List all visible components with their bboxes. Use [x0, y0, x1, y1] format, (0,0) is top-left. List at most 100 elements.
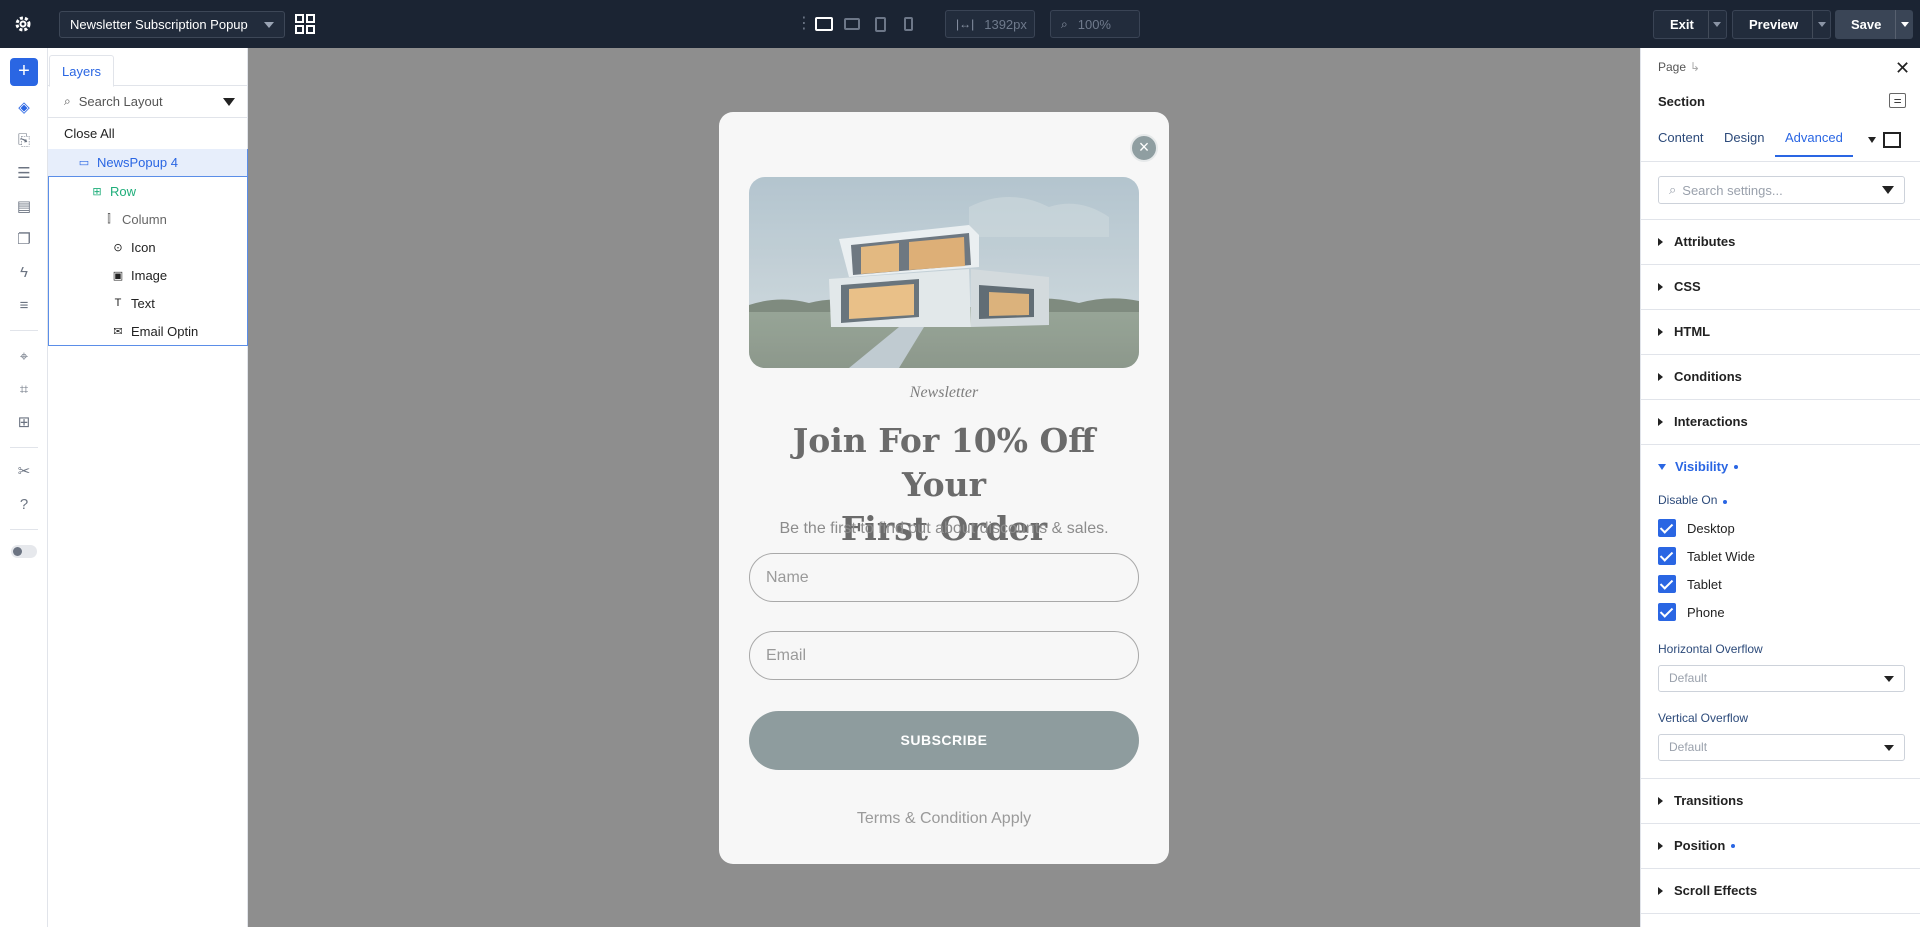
layer-icon[interactable]: ⊙ Icon: [48, 233, 247, 261]
tab-layers[interactable]: Layers: [49, 55, 115, 87]
desktop-view-button[interactable]: [810, 13, 838, 35]
divider: [1641, 444, 1920, 445]
layer-newspopup[interactable]: ▭ NewsPopup 4: [48, 149, 247, 177]
chevron-down-icon: [1884, 745, 1894, 751]
exit-dropdown[interactable]: [1707, 11, 1726, 38]
page-selector[interactable]: Newsletter Subscription Popup: [59, 11, 285, 38]
checkbox-tablet[interactable]: Tablet: [1658, 575, 1722, 593]
divider: [1641, 264, 1920, 265]
builder-canvas[interactable]: × Newsletter Join For 10% Off Your First…: [248, 48, 1640, 927]
add-element-button[interactable]: +: [10, 58, 38, 86]
newsletter-popup[interactable]: × Newsletter Join For 10% Off Your First…: [719, 112, 1169, 864]
layer-row[interactable]: ⊞ Row: [48, 177, 247, 205]
settings-title: Section: [1658, 94, 1705, 109]
layer-label: Row: [110, 183, 137, 199]
caret-right-icon: [1658, 417, 1663, 426]
checkbox-label: Desktop: [1687, 520, 1735, 536]
tab-advanced[interactable]: Advanced: [1775, 130, 1853, 157]
vertical-overflow-select[interactable]: Default: [1658, 734, 1905, 761]
tools-icon[interactable]: ✂: [14, 462, 34, 482]
horizontal-overflow-select[interactable]: Default: [1658, 665, 1905, 692]
row-icon: ⊞: [92, 185, 102, 198]
gear-icon[interactable]: [13, 14, 33, 34]
breadcrumb-page[interactable]: Page: [1658, 60, 1686, 74]
preview-button[interactable]: Preview: [1732, 10, 1832, 39]
section-scroll-effects[interactable]: Scroll Effects: [1658, 883, 1757, 898]
checkbox-checked[interactable]: [1658, 575, 1676, 593]
section-html[interactable]: HTML: [1658, 324, 1710, 339]
section-label: HTML: [1674, 324, 1711, 339]
list-settings-icon[interactable]: ≡: [14, 296, 34, 316]
layer-text[interactable]: T Text: [48, 289, 247, 317]
tablet-wide-view-button[interactable]: [838, 13, 866, 35]
checkbox-checked[interactable]: [1658, 603, 1676, 621]
pages-icon[interactable]: ❐: [14, 230, 34, 250]
checkbox-checked[interactable]: [1658, 547, 1676, 565]
headline-line-1: Join For 10% Off Your: [792, 421, 1096, 504]
theme-toggle[interactable]: [11, 545, 37, 558]
sliders-icon[interactable]: ⚌: [1889, 93, 1906, 108]
zoom-field[interactable]: ⌕ 100%: [1050, 10, 1140, 38]
layers-icon[interactable]: ◈: [14, 98, 34, 118]
text-icon: T: [114, 297, 122, 309]
exit-button[interactable]: Exit: [1653, 10, 1727, 39]
database-icon[interactable]: ☰: [14, 164, 34, 184]
section-css[interactable]: CSS: [1658, 279, 1701, 294]
tab-content[interactable]: Content: [1658, 130, 1704, 145]
help-icon[interactable]: ?: [14, 495, 34, 515]
filter-icon[interactable]: [1882, 186, 1894, 194]
filter-icon[interactable]: [223, 98, 235, 106]
tab-design[interactable]: Design: [1724, 130, 1764, 145]
layers-search[interactable]: ⌕ Search Layout: [48, 86, 247, 118]
section-transitions[interactable]: Transitions: [1658, 793, 1743, 808]
email-field[interactable]: [749, 631, 1139, 680]
section-position[interactable]: Position: [1658, 838, 1736, 853]
name-field[interactable]: [749, 553, 1139, 602]
theme-builder-icon[interactable]: ⎘: [14, 131, 34, 151]
chevron-down-icon[interactable]: [1868, 137, 1876, 143]
checkbox-desktop[interactable]: Desktop: [1658, 519, 1735, 537]
library-icon[interactable]: ⊞: [14, 413, 34, 433]
preview-dropdown[interactable]: [1812, 11, 1830, 38]
close-icon[interactable]: ✕: [1895, 58, 1910, 79]
rail-divider: [10, 330, 38, 331]
forms-icon[interactable]: ▤: [14, 197, 34, 217]
icon-module-icon: ⊙: [113, 241, 123, 254]
settings-search[interactable]: ⌕ Search settings...: [1658, 176, 1905, 204]
checkbox-checked[interactable]: [1658, 519, 1676, 537]
section-label: Attributes: [1674, 234, 1736, 249]
save-dropdown[interactable]: [1895, 10, 1913, 39]
canvas-width-field[interactable]: |↔| 1392px: [945, 10, 1035, 38]
layer-image[interactable]: ▣ Image: [48, 261, 247, 289]
close-all-button[interactable]: Close All: [48, 118, 247, 149]
section-interactions[interactable]: Interactions: [1658, 414, 1748, 429]
tablet-view-button[interactable]: [866, 13, 894, 35]
page-selector-label: Newsletter Subscription Popup: [70, 17, 248, 32]
lightning-icon[interactable]: ϟ: [14, 263, 34, 283]
layout-grid-icon[interactable]: [295, 14, 315, 34]
breadcrumb[interactable]: Page ↳: [1658, 60, 1700, 74]
return-arrow-icon: ↳: [1690, 60, 1701, 74]
layer-column[interactable]: ⫿ Column: [48, 205, 247, 233]
page-settings-icon[interactable]: ⌖: [14, 347, 34, 367]
close-icon[interactable]: ×: [1130, 134, 1158, 162]
subscribe-button[interactable]: SUBSCRIBE: [749, 711, 1139, 770]
layer-email-optin[interactable]: ✉ Email Optin: [48, 317, 247, 345]
select-value: Default: [1669, 671, 1708, 685]
section-conditions[interactable]: Conditions: [1658, 369, 1742, 384]
preset-box-icon[interactable]: [1883, 132, 1901, 148]
popup-subline: Be the first to find out about discounts…: [779, 520, 1109, 537]
checkbox-phone[interactable]: Phone: [1658, 603, 1725, 621]
save-button[interactable]: Save: [1835, 10, 1914, 39]
phone-view-button[interactable]: [894, 13, 922, 35]
checkbox-tablet-wide[interactable]: Tablet Wide: [1658, 547, 1755, 565]
house-image[interactable]: [749, 177, 1139, 368]
section-visibility[interactable]: Visibility: [1658, 459, 1739, 474]
checkbox-label: Tablet: [1687, 576, 1722, 592]
layers-tab-row: Layers: [48, 48, 247, 87]
section-attributes[interactable]: Attributes: [1658, 234, 1735, 249]
modified-dot: [1731, 843, 1736, 848]
drag-handle-icon[interactable]: ⋮: [796, 13, 812, 35]
layers-panel: Layers ⌕ Search Layout Close All ▭ NewsP…: [48, 48, 248, 927]
template-settings-icon[interactable]: ⌗: [14, 380, 34, 400]
